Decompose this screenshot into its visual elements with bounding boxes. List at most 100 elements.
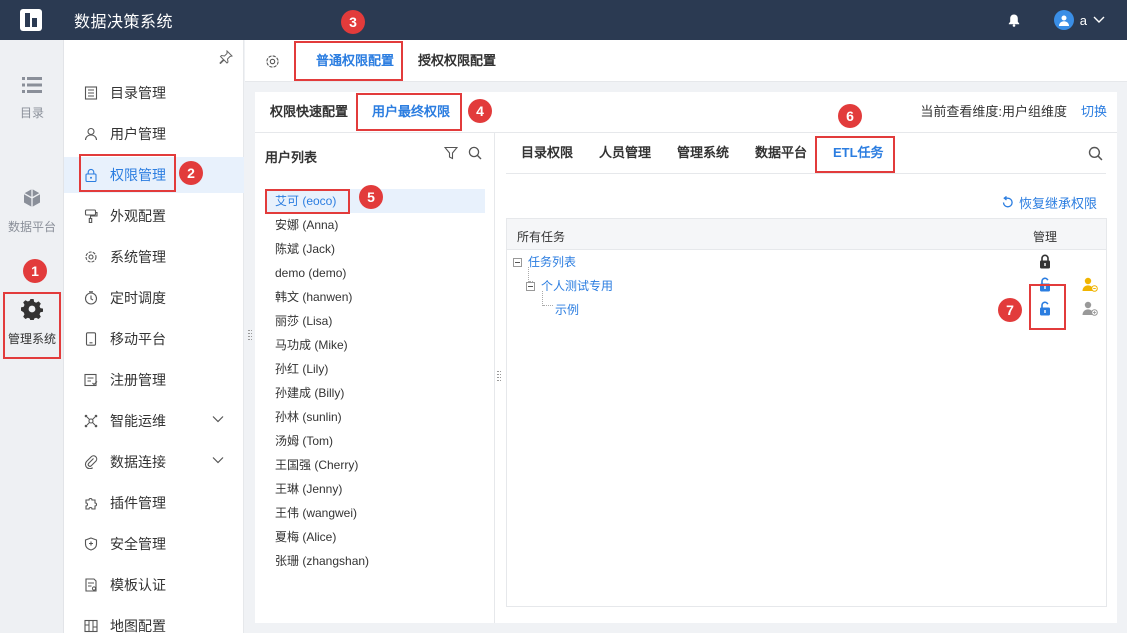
switch-link[interactable]: 切换 [1081, 92, 1107, 132]
user-list-item[interactable]: 汤姆 (Tom) [265, 429, 485, 453]
nav-label: 用户管理 [110, 126, 166, 142]
filter-icon[interactable] [444, 146, 458, 160]
annotation-badge: 7 [998, 298, 1022, 322]
annotation-box [815, 136, 895, 173]
app-title: 数据决策系统 [74, 14, 174, 31]
tab-management-system[interactable]: 管理系统 [677, 133, 729, 173]
nav-label: 移动平台 [110, 331, 166, 347]
splitter-handle[interactable] [248, 330, 252, 342]
tab-data-platform[interactable]: 数据平台 [755, 133, 807, 173]
refresh-icon [1002, 196, 1013, 208]
user-list-item[interactable]: 张珊 (zhangshan) [265, 549, 485, 573]
tab-catalog-permission[interactable]: 目录权限 [521, 133, 573, 173]
user-list-item[interactable]: 孙建成 (Billy) [265, 381, 485, 405]
nav-item-mobile[interactable]: 移动平台 [64, 321, 244, 357]
column-manage: 管理 [1033, 230, 1058, 244]
nav-item-appearance[interactable]: 外观配置 [64, 198, 244, 234]
permission-panel: 目录权限 人员管理 管理系统 数据平台 ETL任务 恢复继承权限 所有任务 管理… [496, 133, 1117, 623]
user-list-item[interactable]: 王国强 (Cherry) [265, 453, 485, 477]
tree-line [543, 305, 553, 306]
top-bar: 数据决策系统 a [0, 0, 1127, 40]
tree-node-personal-test[interactable]: 个人测试专用 [526, 276, 613, 296]
user-list-item[interactable]: 丽莎 (Lisa) [265, 309, 485, 333]
user-inherit-icon[interactable] [1082, 301, 1098, 316]
nav-item-system[interactable]: 系统管理 [64, 239, 244, 275]
shield-icon [84, 537, 98, 551]
nav-item-security[interactable]: 安全管理 [64, 526, 244, 562]
divider [506, 173, 1106, 174]
rail-item-catalog[interactable]: 目录 [0, 76, 64, 121]
nav-label: 模板认证 [110, 577, 166, 593]
annotation-box [356, 93, 462, 131]
tab-personnel[interactable]: 人员管理 [599, 133, 651, 173]
user-inherit-icon[interactable] [1082, 277, 1098, 292]
nav-label: 安全管理 [110, 536, 166, 552]
annotation-badge: 5 [359, 185, 383, 209]
catalog-icon [84, 86, 98, 100]
nav-label: 智能运维 [110, 413, 166, 429]
link-icon [84, 455, 98, 469]
nav-item-ops[interactable]: 智能运维 [64, 403, 244, 439]
tree-node-task-list[interactable]: 任务列表 [513, 252, 576, 272]
user-list-item[interactable]: 王琳 (Jenny) [265, 477, 485, 501]
avatar [1053, 10, 1074, 30]
nav-item-template-auth[interactable]: 模板认证 [64, 567, 244, 603]
chevron-down-icon [212, 416, 224, 423]
network-icon [84, 414, 98, 428]
table-header: 所有任务 管理 [507, 219, 1106, 250]
pin-icon[interactable] [219, 50, 233, 64]
annotation-box [3, 292, 61, 359]
rail-label: 数据平台 [7, 220, 56, 234]
clock-icon [84, 291, 98, 305]
annotation-badge: 1 [23, 259, 47, 283]
map-icon [84, 619, 98, 633]
cube-icon [23, 189, 41, 207]
user-list-item[interactable]: demo (demo) [265, 261, 485, 285]
nav-item-users[interactable]: 用户管理 [64, 116, 244, 152]
user-list-item[interactable]: 安娜 (Anna) [265, 213, 485, 237]
user-list-item[interactable]: 孙红 (Lily) [265, 357, 485, 381]
search-icon[interactable] [468, 146, 482, 160]
nav-item-catalog[interactable]: 目录管理 [64, 75, 244, 111]
nav-label: 数据连接 [110, 454, 166, 470]
user-list-item[interactable]: 夏梅 (Alice) [265, 525, 485, 549]
nav-item-plugins[interactable]: 插件管理 [64, 485, 244, 521]
tree-node-example[interactable]: 示例 [555, 300, 579, 320]
nav-label: 系统管理 [110, 249, 166, 265]
nav-item-schedule[interactable]: 定时调度 [64, 280, 244, 316]
user-menu[interactable]: a [1053, 10, 1105, 30]
user-list-item[interactable]: 陈斌 (Jack) [265, 237, 485, 261]
user-list-item[interactable]: 孙林 (sunlin) [265, 405, 485, 429]
annotation-box [1029, 284, 1066, 330]
restore-label: 恢复继承权限 [1018, 196, 1097, 211]
puzzle-icon [85, 498, 97, 510]
user-list-item[interactable]: 马功成 (Mike) [265, 333, 485, 357]
settings-gear-icon[interactable] [265, 54, 280, 69]
restore-inherit-button[interactable]: 恢复继承权限 [1001, 193, 1097, 212]
nav-label: 外观配置 [110, 208, 166, 224]
tab-grant-permission[interactable]: 授权权限配置 [418, 40, 496, 82]
sub-navigation: 目录管理 用户管理 权限管理 外观配置 系统管理 定时调度 移动平台 注册管理 … [64, 40, 244, 633]
register-icon [84, 373, 98, 387]
column-all-tasks: 所有任务 [517, 230, 566, 244]
nav-item-map[interactable]: 地图配置 [64, 608, 244, 633]
content-panel: 权限快速配置 用户最终权限 当前查看维度:用户组维度 切换 用户列表 艾可 (e… [255, 92, 1117, 623]
annotation-badge: 3 [341, 10, 365, 34]
user-list-item[interactable]: 王伟 (wangwei) [265, 501, 485, 525]
search-icon[interactable] [1088, 146, 1103, 161]
nav-item-data-connection[interactable]: 数据连接 [64, 444, 244, 480]
collapse-icon[interactable] [513, 258, 522, 267]
bell-icon[interactable] [1008, 14, 1020, 27]
tab-quick-config[interactable]: 权限快速配置 [270, 92, 348, 130]
nav-item-register[interactable]: 注册管理 [64, 362, 244, 398]
mobile-icon [85, 332, 97, 346]
rail-item-data-platform[interactable]: 数据平台 [0, 188, 64, 235]
rail-label: 目录 [19, 106, 44, 120]
annotation-badge: 2 [179, 161, 203, 185]
lock-closed-icon[interactable] [1039, 254, 1051, 269]
annotation-box [294, 41, 403, 81]
user-list-title: 用户列表 [265, 150, 318, 165]
collapse-icon[interactable] [526, 282, 535, 291]
template-icon [85, 578, 97, 592]
user-list-item[interactable]: 韩文 (hanwen) [265, 285, 485, 309]
